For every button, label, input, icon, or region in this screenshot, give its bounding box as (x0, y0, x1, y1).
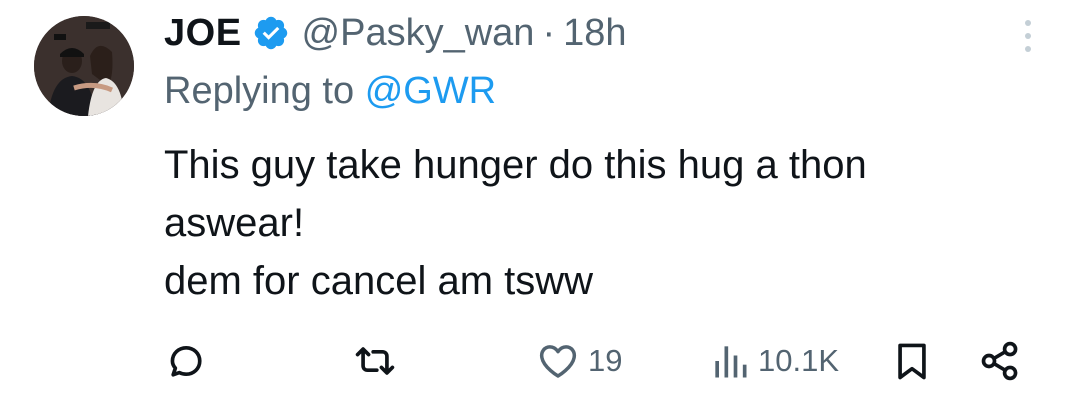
views-button[interactable]: 10.1K (710, 336, 839, 386)
bar-chart-icon (715, 346, 747, 378)
more-vertical-icon[interactable] (1016, 16, 1040, 56)
tweet-text-line: dem for cancel am tsww (164, 259, 594, 303)
display-name[interactable]: JOE (164, 12, 242, 55)
replying-prefix: Replying to (164, 70, 355, 112)
tweet-text-line: This guy take hunger do this hug a thon (164, 143, 867, 187)
bookmark-button[interactable] (890, 336, 934, 386)
heart-icon (539, 345, 577, 378)
avatar[interactable] (34, 16, 134, 116)
retweet-button[interactable] (352, 336, 406, 386)
retweet-icon (355, 347, 395, 375)
avatar-photo (34, 16, 134, 116)
action-bar: 19 10.1K (0, 336, 1080, 386)
like-count: 19 (588, 343, 623, 378)
verified-badge-icon[interactable] (252, 14, 290, 52)
tweet-text-line: aswear! (164, 201, 305, 245)
tweet-header: JOE @Pasky_wan · 18h (164, 6, 627, 60)
like-button[interactable]: 19 (536, 336, 622, 386)
replying-to-mention[interactable]: @GWR (365, 70, 496, 112)
tweet-text: This guy take hunger do this hug a thon … (164, 136, 1024, 310)
user-handle[interactable]: @Pasky_wan (302, 12, 535, 55)
share-button[interactable] (978, 336, 1022, 386)
separator-dot: · (542, 11, 556, 54)
timestamp[interactable]: 18h (563, 12, 626, 55)
share-icon (981, 341, 1018, 381)
views-count: 10.1K (758, 343, 840, 378)
reply-button[interactable] (164, 336, 216, 386)
replying-to: Replying to @GWR (164, 70, 496, 113)
bookmark-icon (898, 343, 926, 380)
reply-bubble-icon (170, 345, 202, 377)
